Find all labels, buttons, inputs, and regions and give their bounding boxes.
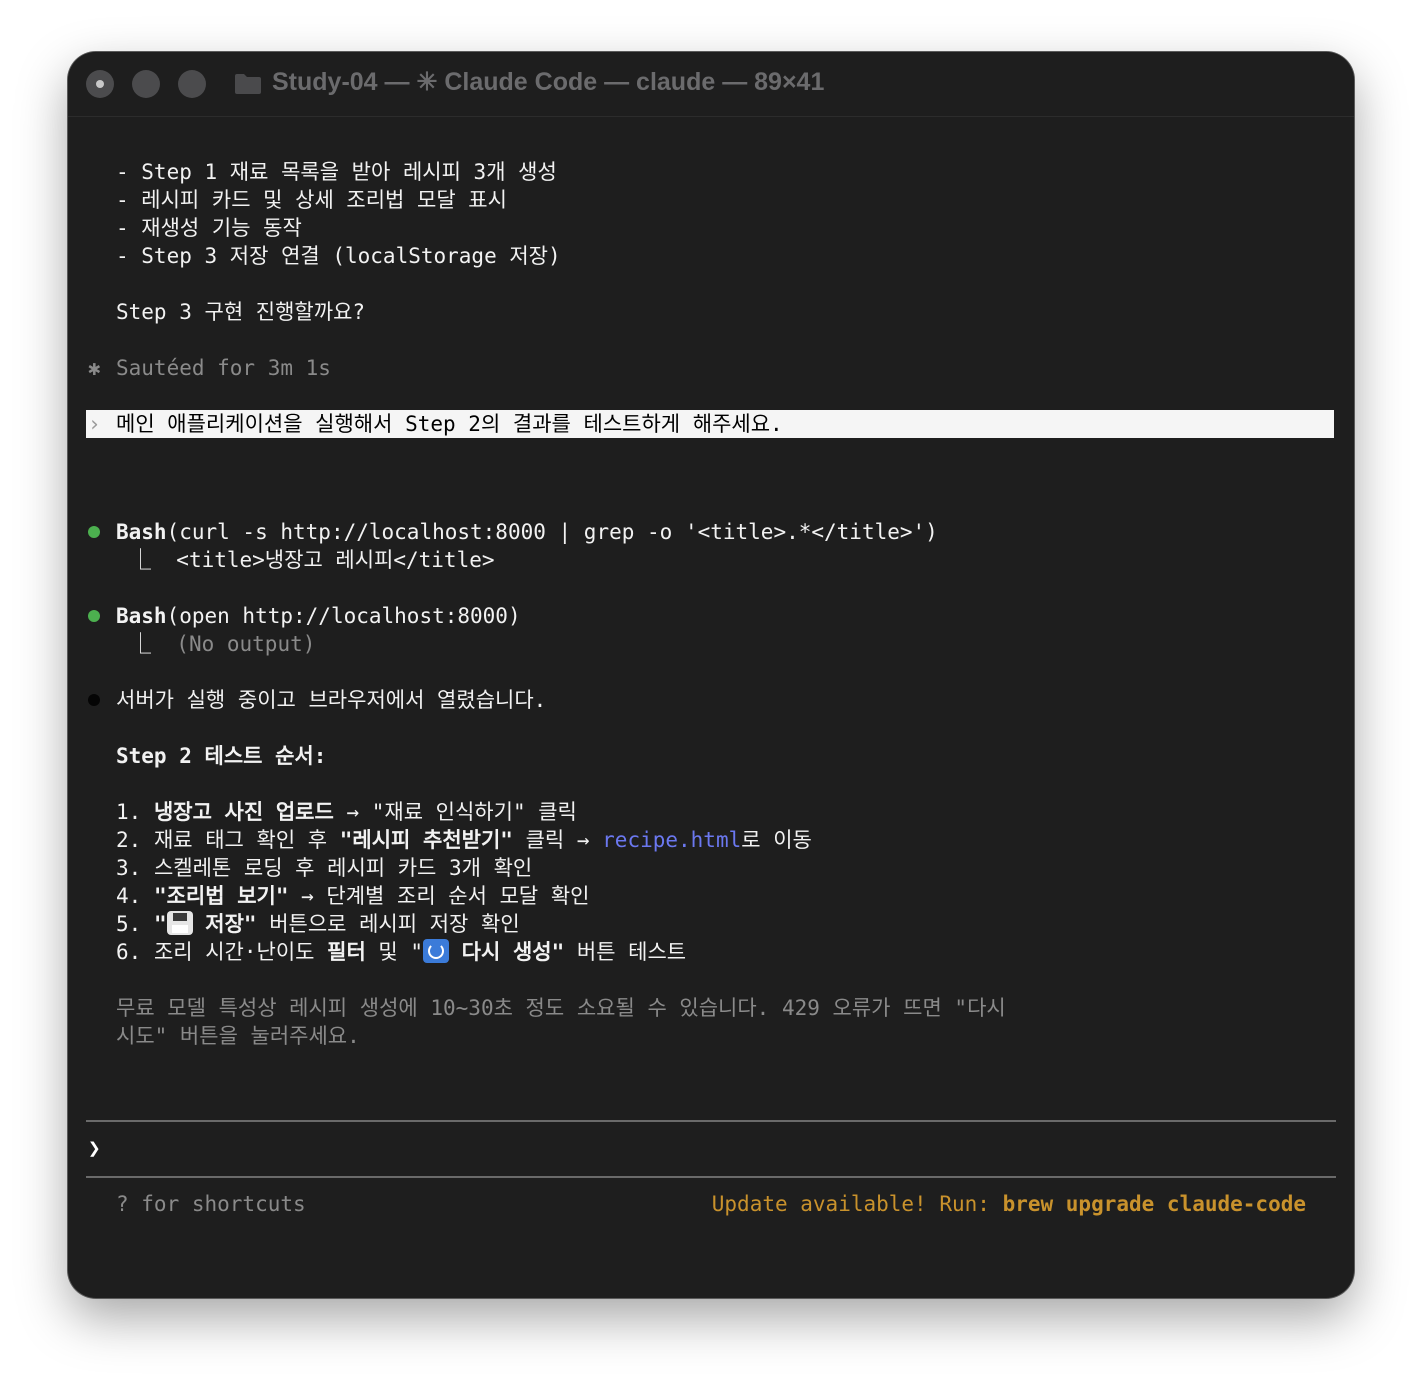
input-bottom-divider bbox=[86, 1176, 1336, 1178]
tool-call: Bash(curl -s http://localhost:8000 | gre… bbox=[116, 518, 938, 546]
step-bold: " bbox=[153, 912, 167, 936]
step-bold: 다시 생성" bbox=[449, 940, 565, 964]
step-bold: 필터 bbox=[327, 940, 366, 964]
step-text: 버튼으로 레시피 저장 확인 bbox=[256, 912, 520, 936]
window-title: Study-04 — ✳ Claude Code — claude — 89×4… bbox=[272, 68, 825, 96]
step-text: → "재료 인식하기" 클릭 bbox=[333, 800, 577, 824]
result-prefix-icon: ⎿ bbox=[130, 632, 151, 656]
step-number: 2. bbox=[116, 828, 142, 852]
summary-line: - Step 3 저장 연결 (localStorage 저장) bbox=[116, 244, 561, 268]
tool-result: ⎿ (No output) bbox=[130, 630, 315, 658]
response-heading: Step 2 테스트 순서: bbox=[116, 744, 327, 768]
step-text: 로 이동 bbox=[741, 828, 812, 852]
step-number: 4. bbox=[116, 884, 142, 908]
refresh-icon bbox=[423, 939, 450, 963]
user-message-text: 메인 애플리케이션을 실행해서 Step 2의 결과를 테스트하게 해주세요. bbox=[116, 412, 783, 436]
asterisk-icon: ✱ bbox=[88, 356, 101, 380]
step-item: 1. 냉장고 사진 업로드 → "재료 인식하기" 클릭 bbox=[116, 798, 577, 826]
tool-call: Bash(open http://localhost:8000) bbox=[116, 602, 521, 630]
step-bold: 냉장고 사진 업로드 bbox=[153, 800, 334, 824]
tool-result-text: (No output) bbox=[176, 632, 316, 656]
step-text: 스켈레톤 로딩 후 레시피 카드 3개 확인 bbox=[153, 856, 533, 880]
update-text: Update available! Run: bbox=[711, 1192, 1003, 1216]
step-text: 재료 태그 확인 후 bbox=[153, 828, 340, 852]
step-text: 클릭 → bbox=[512, 828, 603, 852]
step-number: 3. bbox=[116, 856, 142, 880]
user-message: › 메인 애플리케이션을 실행해서 Step 2의 결과를 테스트하게 해주세요… bbox=[86, 410, 1334, 438]
note-line: 무료 모델 특성상 레시피 생성에 10~30초 정도 소요될 수 있습니다. … bbox=[116, 996, 1006, 1020]
note-line: 시도" 버튼을 눌러주세요. bbox=[116, 1024, 360, 1048]
step-bold: "레시피 추천받기" bbox=[339, 828, 513, 852]
step-item: 4. "조리법 보기" → 단계별 조리 순서 모달 확인 bbox=[116, 882, 590, 910]
tool-status-dot bbox=[88, 610, 100, 622]
update-notice: Update available! Run: brew upgrade clau… bbox=[712, 1190, 1306, 1218]
step-item: 6. 조리 시간·난이도 필터 및 " 다시 생성" 버튼 테스트 bbox=[116, 938, 686, 966]
chevron-right-icon: › bbox=[88, 412, 101, 436]
summary-line: - 재생성 기능 동작 bbox=[116, 216, 302, 240]
floppy-disk-icon bbox=[166, 911, 193, 935]
response-intro: 서버가 실행 중이고 브라우저에서 열렸습니다. bbox=[116, 688, 547, 712]
tool-name: Bash bbox=[116, 604, 167, 628]
step-number: 5. bbox=[116, 912, 142, 936]
title-bar: Study-04 — ✳ Claude Code — claude — 89×4… bbox=[68, 52, 1354, 117]
step-item: 3. 스켈레톤 로딩 후 레시피 카드 3개 확인 bbox=[116, 854, 532, 882]
recipe-link[interactable]: recipe.html bbox=[602, 828, 741, 852]
minimize-button[interactable] bbox=[132, 70, 160, 98]
summary-line: - Step 1 재료 목록을 받아 레시피 3개 생성 bbox=[116, 160, 557, 184]
step-bold: 저장" bbox=[192, 912, 257, 936]
step-text: 버튼 테스트 bbox=[564, 940, 687, 964]
tool-args: (curl -s http://localhost:8000 | grep -o… bbox=[166, 520, 938, 544]
maximize-button[interactable] bbox=[178, 70, 206, 98]
prompt-input[interactable]: ❯ bbox=[88, 1134, 101, 1162]
result-prefix-icon: ⎿ bbox=[130, 548, 151, 572]
terminal-content: - Step 1 재료 목록을 받아 레시피 3개 생성 - 레시피 카드 및 … bbox=[68, 116, 1354, 1298]
update-command: brew upgrade claude-code bbox=[1002, 1192, 1306, 1216]
input-top-divider bbox=[86, 1120, 1336, 1122]
terminal-window: Study-04 — ✳ Claude Code — claude — 89×4… bbox=[68, 52, 1354, 1298]
step-number: 1. bbox=[116, 800, 142, 824]
summary-line: - 레시피 카드 및 상세 조리법 모달 표시 bbox=[116, 188, 507, 212]
step-text: → 단계별 조리 순서 모달 확인 bbox=[288, 884, 590, 908]
step-number: 6. bbox=[116, 940, 142, 964]
step-item: 2. 재료 태그 확인 후 "레시피 추천받기" 클릭 → recipe.htm… bbox=[116, 826, 812, 854]
step-bold: "조리법 보기" bbox=[153, 884, 289, 908]
tool-args: (open http://localhost:8000) bbox=[166, 604, 521, 628]
folder-icon bbox=[235, 74, 261, 94]
tool-status-dot bbox=[88, 526, 100, 538]
response-dot bbox=[88, 694, 100, 706]
close-button[interactable] bbox=[86, 70, 114, 98]
question-line: Step 3 구현 진행할까요? bbox=[116, 300, 366, 324]
step-text: 조리 시간·난이도 bbox=[153, 940, 328, 964]
tool-result: ⎿ <title>냉장고 레시피</title> bbox=[130, 546, 495, 574]
tool-result-text: <title>냉장고 레시피</title> bbox=[176, 548, 495, 572]
step-item: 5. " 저장" 버튼으로 레시피 저장 확인 bbox=[116, 910, 520, 938]
status-text: Sautéed for 3m 1s bbox=[116, 356, 331, 380]
step-text: 및 " bbox=[365, 940, 424, 964]
shortcuts-hint: ? for shortcuts bbox=[116, 1192, 306, 1216]
tool-name: Bash bbox=[116, 520, 167, 544]
